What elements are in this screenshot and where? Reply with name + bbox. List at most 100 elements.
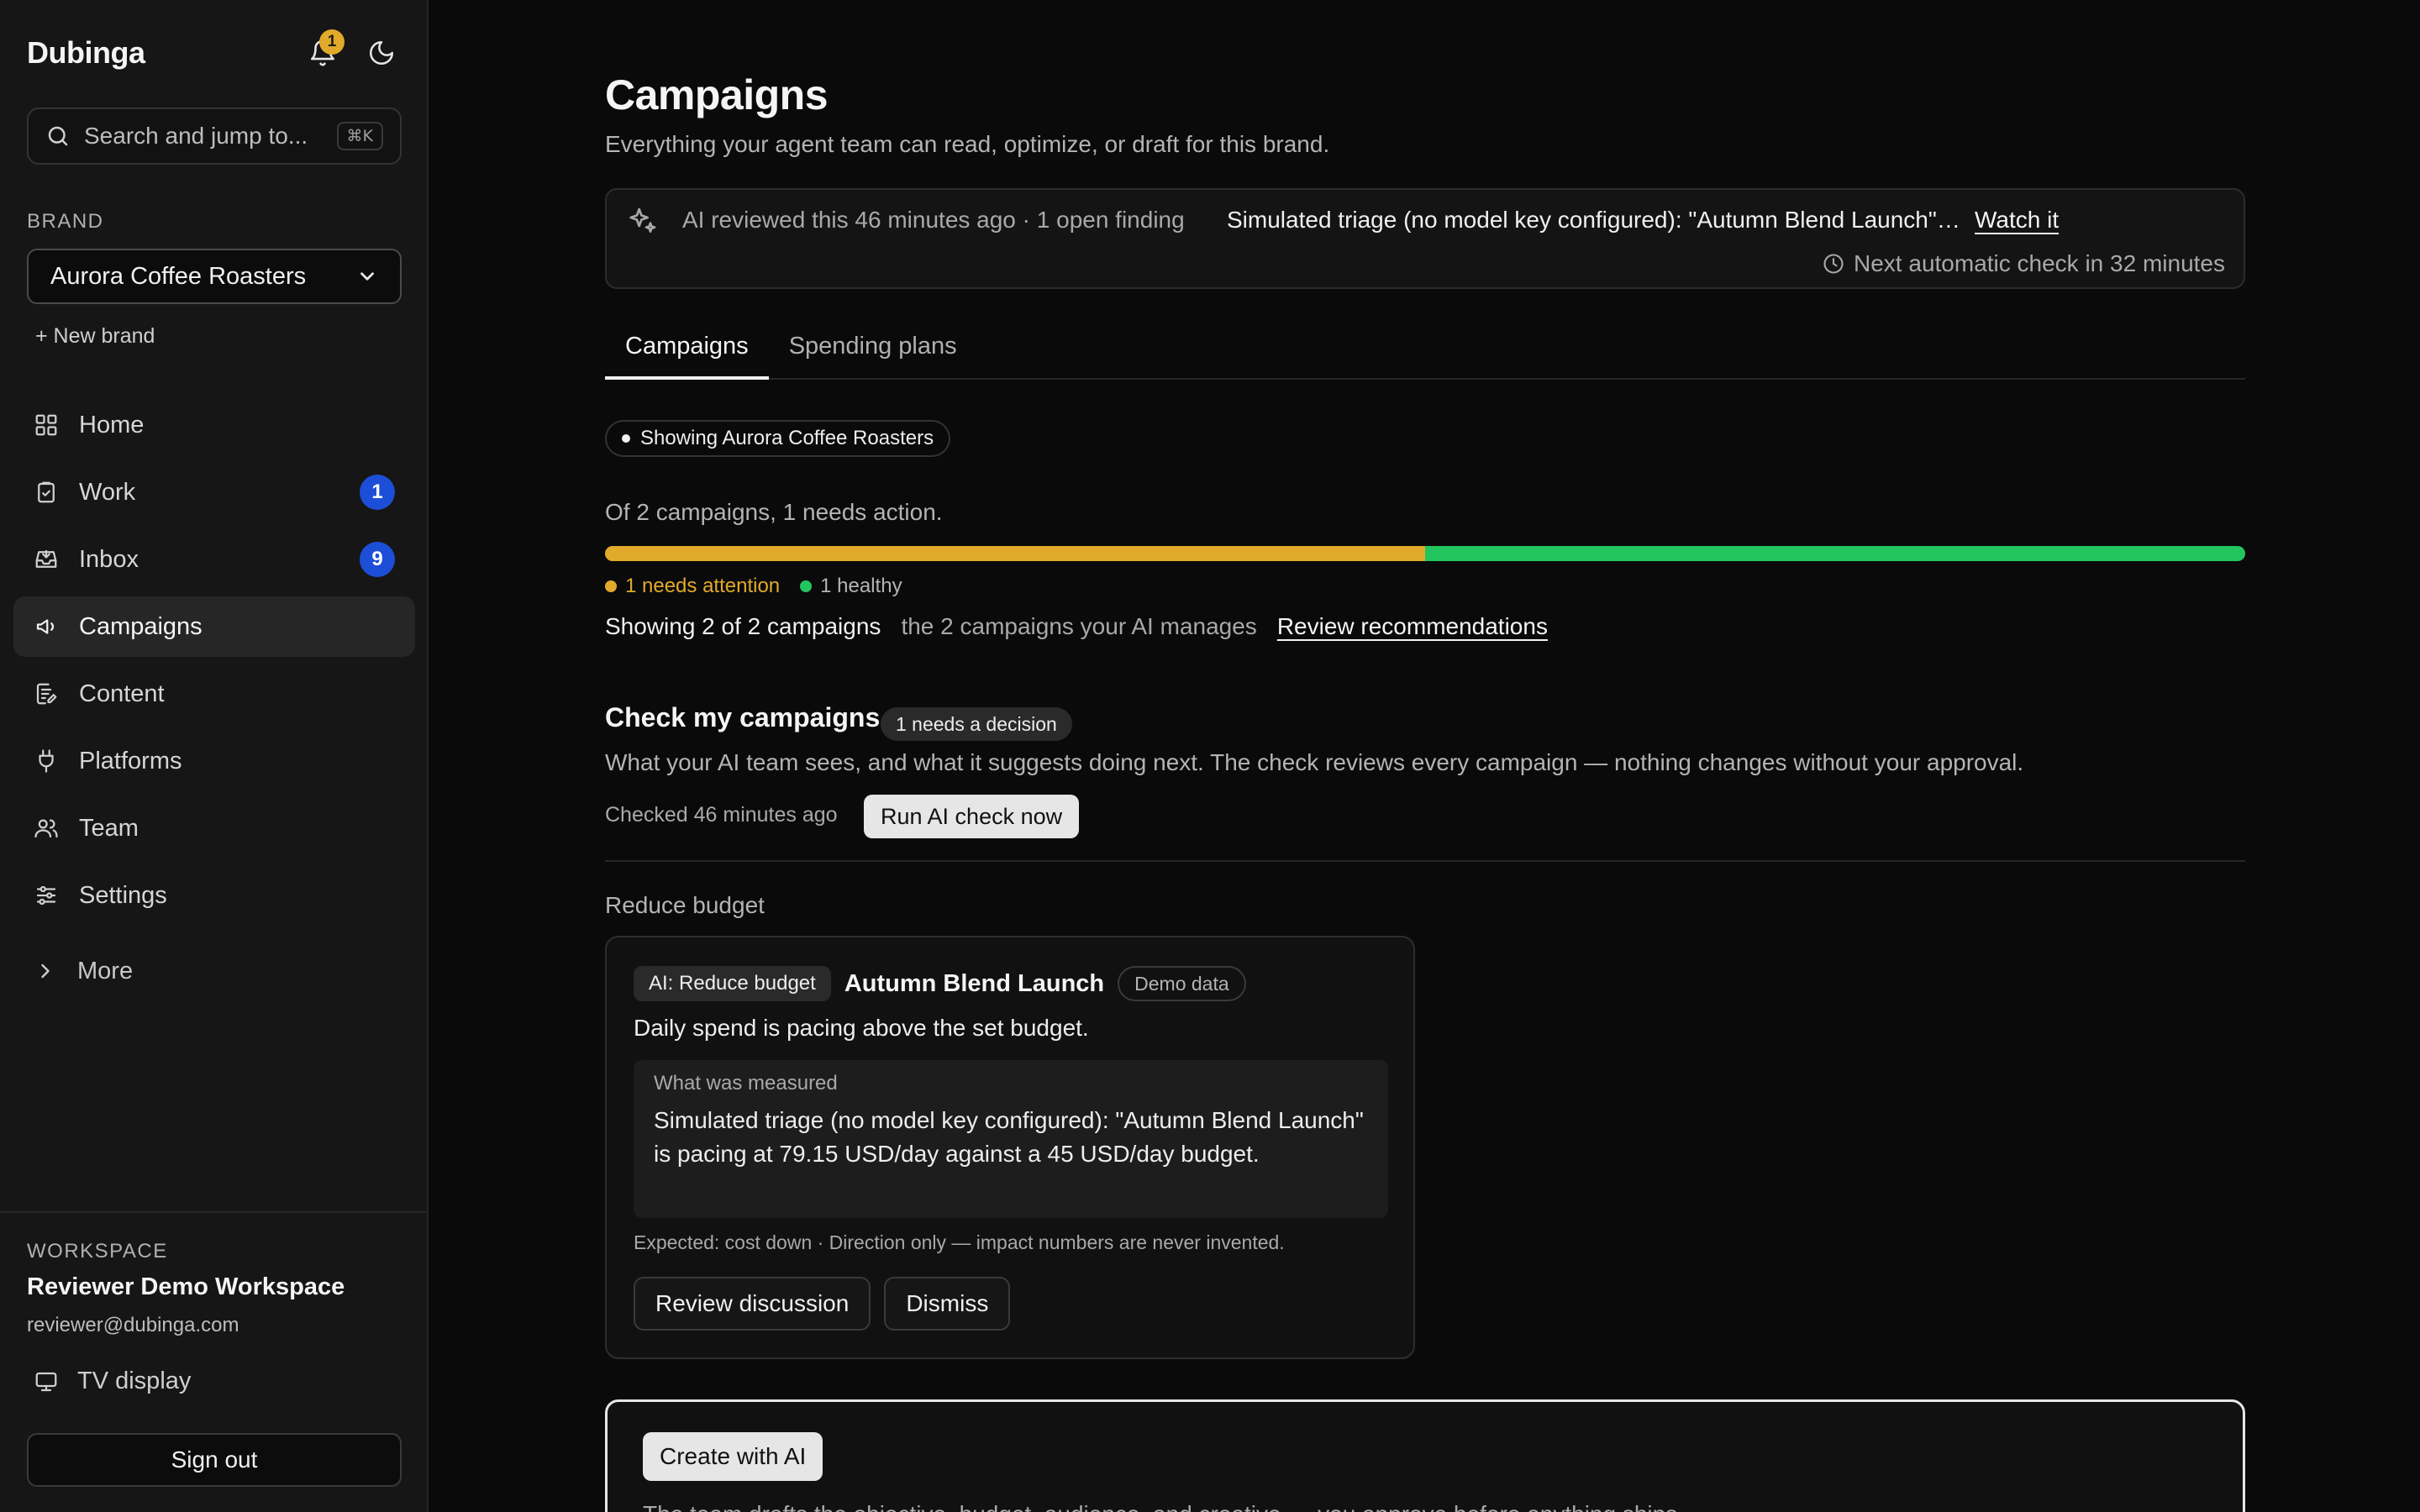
- sidebar-item-team[interactable]: Team: [13, 798, 415, 858]
- recommendation-description: Daily spend is pacing above the set budg…: [634, 1015, 1089, 1041]
- dot-icon: [622, 434, 630, 443]
- create-with-ai-description: The team drafts the objective, budget, a…: [643, 1501, 1684, 1512]
- status-bar-segment: [1425, 546, 2245, 561]
- notifications-button[interactable]: 1: [304, 29, 345, 71]
- ai-finding-text: Simulated triage (no model key configure…: [1227, 207, 1966, 233]
- campaign-summary: Of 2 campaigns, 1 needs action.: [605, 499, 943, 525]
- notification-count-badge: 1: [319, 29, 345, 55]
- sliders-icon: [36, 885, 56, 906]
- sidebar-item-label: Content: [79, 680, 165, 707]
- demo-data-badge: Demo data: [1118, 966, 1246, 1001]
- dismiss-button[interactable]: Dismiss: [884, 1277, 1011, 1331]
- legend-item: 1 healthy: [800, 575, 902, 598]
- work-count-badge: 1: [360, 475, 395, 510]
- sparkles-icon: [629, 207, 656, 233]
- showing-scope: the 2 campaigns your AI manages: [901, 613, 1257, 639]
- chevron-down-icon: [360, 272, 374, 281]
- sign-out-button[interactable]: Sign out: [27, 1433, 402, 1487]
- sidebar-item-label: Inbox: [79, 545, 139, 573]
- brand-filter-chip[interactable]: Showing Aurora Coffee Roasters: [605, 420, 951, 457]
- sidebar-nav: Home Work 1 Inbox 9 Campaigns Content Pl…: [13, 395, 415, 932]
- section-divider: [605, 860, 2245, 862]
- ai-review-banner: AI reviewed this 46 minutes ago · 1 open…: [605, 188, 2245, 289]
- review-discussion-button[interactable]: Review discussion: [634, 1277, 871, 1331]
- recommendation-card: AI: Reduce budget Autumn Blend Launch De…: [605, 936, 1415, 1359]
- legend-dot-icon: [605, 580, 617, 592]
- sidebar-item-content[interactable]: Content: [13, 664, 415, 724]
- document-edit-icon: [36, 683, 57, 705]
- run-ai-check-button[interactable]: Run AI check now: [864, 795, 1080, 838]
- measured-text: Simulated triage (no model key configure…: [654, 1107, 1364, 1167]
- campaign-status-bar: [605, 546, 2245, 561]
- showing-count: Showing 2 of 2 campaigns: [605, 613, 881, 639]
- recommendation-group-label: Reduce budget: [605, 892, 765, 918]
- sidebar-item-label: Campaigns: [79, 612, 203, 640]
- status-legend: 1 needs attention 1 healthy: [605, 575, 902, 598]
- megaphone-icon: [36, 619, 54, 634]
- recommendation-campaign-name[interactable]: Autumn Blend Launch: [844, 970, 1104, 998]
- tv-display-link[interactable]: TV display: [34, 1368, 191, 1395]
- sidebar-item-label: Platforms: [79, 747, 182, 774]
- create-with-ai-button[interactable]: Create with AI: [643, 1432, 823, 1481]
- page-subtitle: Everything your agent team can read, opt…: [605, 131, 1330, 157]
- create-with-ai-card: Create with AI The team drafts the objec…: [605, 1399, 2245, 1512]
- legend-label: 1 needs attention: [625, 575, 781, 597]
- sidebar-item-inbox[interactable]: Inbox 9: [13, 529, 415, 590]
- ai-review-status: AI reviewed this 46 minutes ago · 1 open…: [682, 207, 1185, 233]
- tab-spending-plans[interactable]: Spending plans: [769, 323, 977, 380]
- status-bar-segment: [605, 546, 1425, 561]
- sidebar-more-label: More: [77, 957, 134, 984]
- next-check-text: Next automatic check in 32 minutes: [1854, 250, 2225, 276]
- page-title: Campaigns: [605, 71, 829, 118]
- brand-select-value: Aurora Coffee Roasters: [50, 262, 307, 290]
- brand-select[interactable]: Aurora Coffee Roasters: [27, 249, 402, 304]
- workspace-section-label: WORKSPACE: [27, 1240, 168, 1263]
- decision-badge: 1 needs a decision: [881, 707, 1072, 741]
- sidebar-item-home[interactable]: Home: [13, 395, 415, 455]
- sidebar: Dubinga 1 Search and jump to... ⌘K BRAND…: [0, 0, 429, 1512]
- sidebar-item-label: Team: [79, 814, 139, 842]
- tv-display-label: TV display: [77, 1368, 192, 1394]
- check-campaigns-description: What your AI team sees, and what it sugg…: [605, 749, 2024, 775]
- sidebar-item-campaigns[interactable]: Campaigns: [13, 596, 415, 657]
- showing-row: Showing 2 of 2 campaigns the 2 campaigns…: [605, 613, 1548, 640]
- last-checked-time: Checked 46 minutes ago: [605, 803, 838, 827]
- search-input[interactable]: Search and jump to... ⌘K: [27, 108, 402, 165]
- clipboard-check-icon: [38, 481, 55, 503]
- sidebar-header: Dubinga 1: [27, 29, 400, 76]
- page-tabs: Campaigns Spending plans: [605, 323, 2245, 380]
- sidebar-more-toggle[interactable]: More: [13, 941, 415, 1001]
- search-placeholder: Search and jump to...: [84, 123, 308, 149]
- measured-label: What was measured: [654, 1072, 838, 1095]
- review-recommendations-link[interactable]: Review recommendations: [1277, 613, 1548, 640]
- search-icon: [48, 126, 68, 146]
- sidebar-item-platforms[interactable]: Platforms: [13, 731, 415, 791]
- search-shortcut-hint: ⌘K: [336, 122, 383, 150]
- moon-icon: [369, 40, 394, 66]
- app-logo[interactable]: Dubinga: [27, 35, 145, 71]
- sidebar-item-label: Home: [79, 411, 145, 438]
- workspace-name: Reviewer Demo Workspace: [27, 1273, 345, 1300]
- chevron-right-icon: [41, 963, 50, 979]
- sidebar-item-label: Settings: [79, 881, 167, 909]
- main-content: Campaigns Everything your agent team can…: [429, 0, 2420, 1512]
- brand-filter-label: Showing Aurora Coffee Roasters: [640, 427, 934, 449]
- grid-icon: [35, 414, 57, 436]
- legend-label: 1 healthy: [820, 575, 902, 597]
- watch-it-link[interactable]: Watch it: [1975, 207, 2059, 234]
- sidebar-item-settings[interactable]: Settings: [13, 865, 415, 926]
- next-check-info: Next automatic check in 32 minutes: [1822, 250, 2225, 277]
- sidebar-item-work[interactable]: Work 1: [13, 462, 415, 522]
- workspace-email: reviewer@dubinga.com: [27, 1314, 239, 1336]
- users-icon: [34, 819, 58, 838]
- legend-item: 1 needs attention: [605, 575, 780, 598]
- tab-campaigns[interactable]: Campaigns: [605, 323, 769, 380]
- measured-box: What was measured Simulated triage (no m…: [634, 1060, 1388, 1218]
- theme-toggle-button[interactable]: [363, 34, 400, 71]
- expected-impact: Expected: cost down · Direction only — i…: [634, 1231, 1285, 1253]
- legend-dot-icon: [800, 580, 813, 592]
- new-brand-link[interactable]: + New brand: [35, 324, 155, 349]
- sidebar-item-label: Work: [79, 478, 136, 506]
- check-campaigns-title: Check my campaigns: [605, 702, 881, 732]
- recommendation-type-tag: AI: Reduce budget: [634, 966, 831, 1001]
